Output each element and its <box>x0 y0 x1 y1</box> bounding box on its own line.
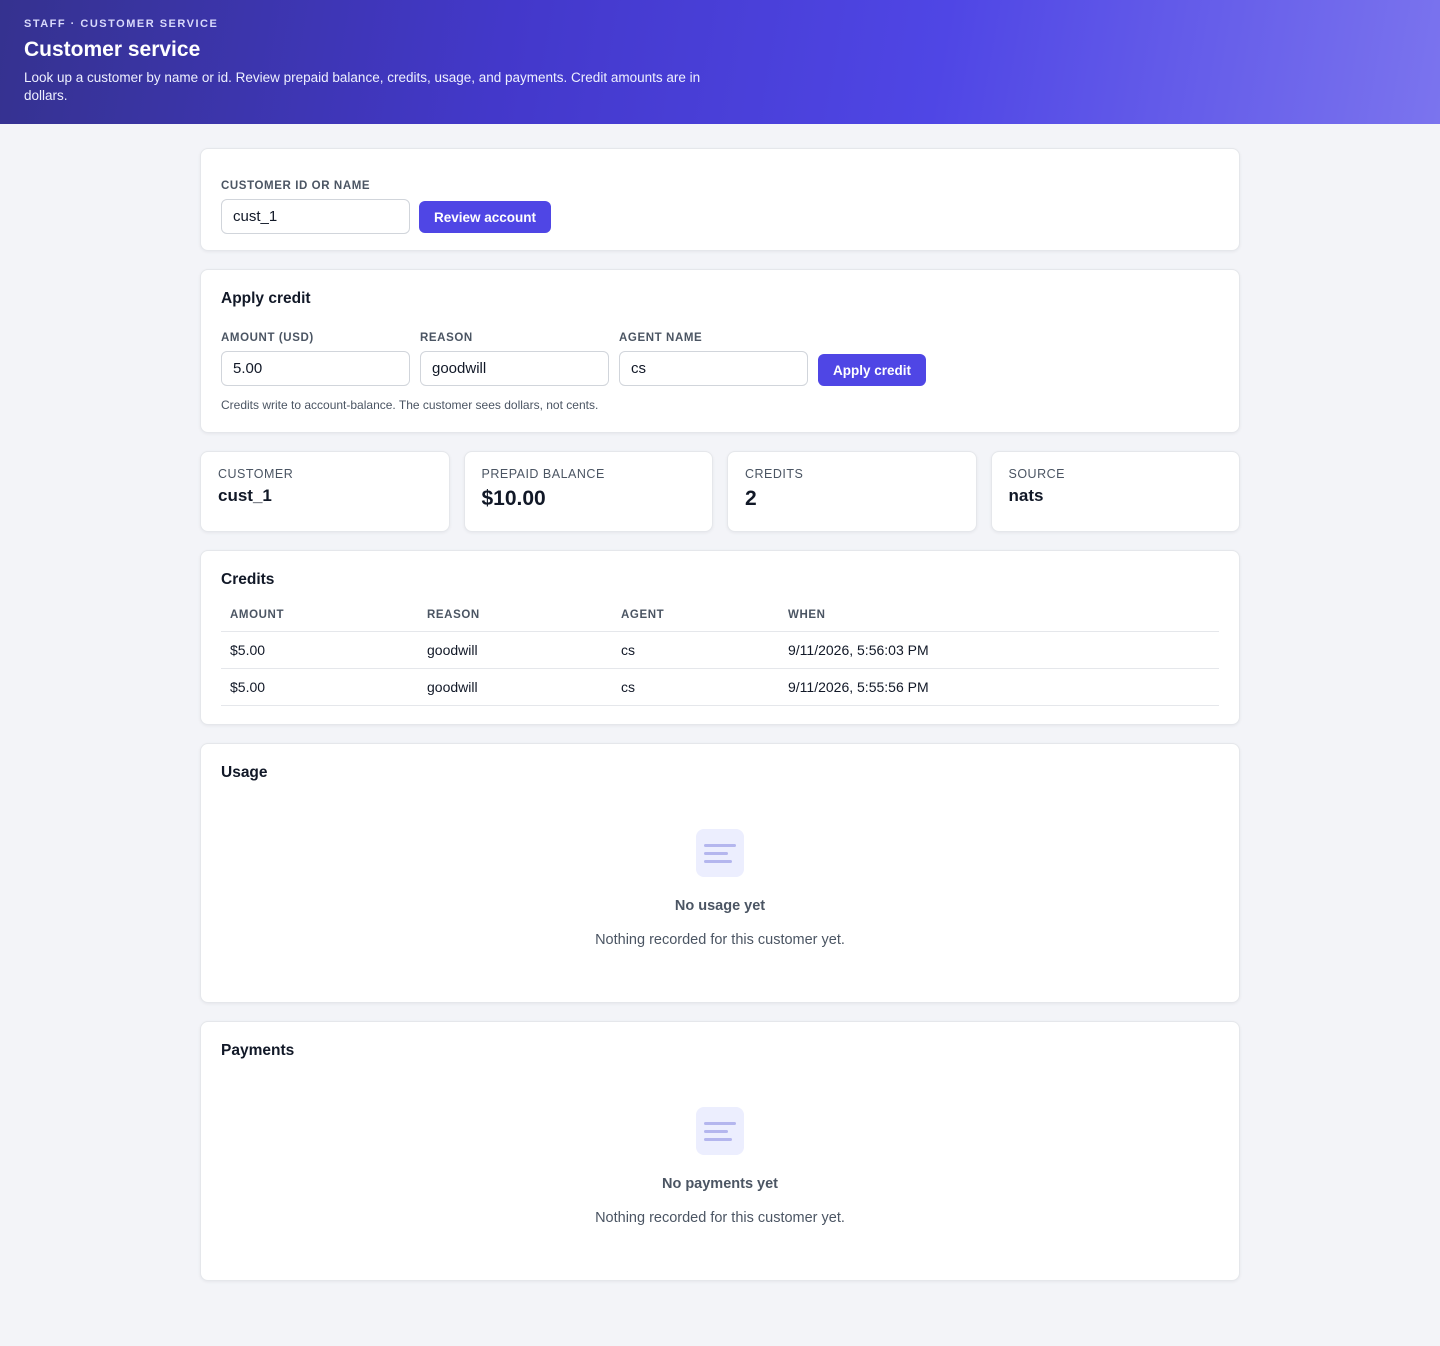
account-summary: CUSTOMER cust_1 PREPAID BALANCE $10.00 C… <box>200 451 1240 532</box>
usage-empty-state: No usage yet Nothing recorded for this c… <box>221 829 1219 949</box>
apply-credit-button[interactable]: Apply credit <box>818 354 927 386</box>
column-header-amount: AMOUNT <box>221 608 418 632</box>
stat-value: cust_1 <box>218 486 272 505</box>
payments-empty-text: Nothing recorded for this customer yet. <box>595 1210 845 1226</box>
stat-credits: CREDITS 2 <box>727 451 977 532</box>
cell-when: 9/11/2026, 5:55:56 PM <box>779 668 1219 706</box>
stat-label: PREPAID BALANCE <box>481 467 605 481</box>
customer-lookup-label: CUSTOMER ID OR NAME <box>221 180 371 192</box>
stat-value: $10.00 <box>481 487 546 510</box>
amount-input[interactable] <box>221 351 410 386</box>
table-row: $5.00 goodwill cs 9/11/2026, 5:56:03 PM <box>221 631 1219 669</box>
column-header-when: WHEN <box>779 608 1219 632</box>
cell-amount: $5.00 <box>221 668 418 706</box>
cell-when: 9/11/2026, 5:56:03 PM <box>779 631 1219 669</box>
agent-name-label: AGENT NAME <box>619 332 703 344</box>
header-eyebrow: STAFF · CUSTOMER SERVICE <box>24 18 219 30</box>
credits-table: AMOUNT REASON AGENT WHEN $5.00 goodwill … <box>221 608 1219 706</box>
customer-lookup-input[interactable] <box>221 199 410 234</box>
page-header: STAFF · CUSTOMER SERVICE Customer servic… <box>0 0 1440 124</box>
review-account-button[interactable]: Review account <box>419 201 552 233</box>
cell-reason: goodwill <box>418 631 612 669</box>
page-title: Customer service <box>24 38 201 61</box>
credits-card: Credits AMOUNT REASON AGENT WHEN $5.00 g… <box>200 550 1240 725</box>
page-description: Look up a customer by name or id. Review… <box>24 70 701 103</box>
usage-title: Usage <box>221 764 268 781</box>
cell-amount: $5.00 <box>221 631 418 669</box>
stat-customer: CUSTOMER cust_1 <box>200 451 450 532</box>
apply-credit-card: Apply credit AMOUNT (USD) REASON AGENT N… <box>200 269 1240 433</box>
cell-agent: cs <box>612 631 779 669</box>
usage-empty-title: No usage yet <box>674 898 766 914</box>
apply-credit-title: Apply credit <box>221 290 311 307</box>
reason-input[interactable] <box>420 351 609 386</box>
cell-agent: cs <box>612 668 779 706</box>
column-header-agent: AGENT <box>612 608 779 632</box>
credits-title: Credits <box>221 571 275 588</box>
stat-source: SOURCE nats <box>990 451 1240 532</box>
payments-empty-state: No payments yet Nothing recorded for thi… <box>221 1107 1219 1227</box>
list-icon <box>696 1107 744 1155</box>
column-header-reason: REASON <box>418 608 612 632</box>
stat-label: CUSTOMER <box>218 467 294 481</box>
amount-label: AMOUNT (USD) <box>221 332 314 344</box>
stat-prepaid-balance: PREPAID BALANCE $10.00 <box>463 451 713 532</box>
stat-label: CREDITS <box>745 467 804 481</box>
cell-reason: goodwill <box>418 668 612 706</box>
credits-header-row: AMOUNT REASON AGENT WHEN <box>221 608 1219 632</box>
stat-value: nats <box>1008 486 1044 505</box>
payments-title: Payments <box>221 1042 295 1059</box>
apply-credit-hint: Credits write to account-balance. The cu… <box>221 398 599 412</box>
customer-lookup-card: CUSTOMER ID OR NAME Review account <box>200 148 1240 251</box>
agent-name-input[interactable] <box>619 351 808 386</box>
stat-value: 2 <box>745 487 757 510</box>
list-icon <box>696 829 744 877</box>
usage-card: Usage No usage yet Nothing recorded for … <box>200 743 1240 1003</box>
table-row: $5.00 goodwill cs 9/11/2026, 5:55:56 PM <box>221 668 1219 706</box>
stat-label: SOURCE <box>1008 467 1065 481</box>
main-content: CUSTOMER ID OR NAME Review account Apply… <box>200 124 1240 1281</box>
usage-empty-text: Nothing recorded for this customer yet. <box>595 932 845 948</box>
payments-empty-title: No payments yet <box>661 1176 779 1192</box>
payments-card: Payments No payments yet Nothing recorde… <box>200 1021 1240 1281</box>
reason-label: REASON <box>420 332 473 344</box>
